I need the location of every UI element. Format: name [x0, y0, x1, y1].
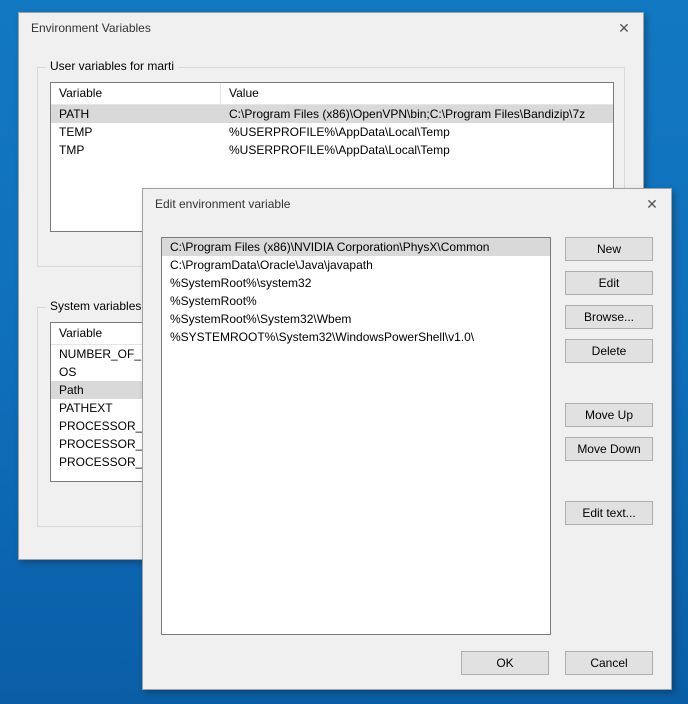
list-item[interactable]: C:\ProgramData\Oracle\Java\javapath: [162, 256, 550, 274]
col-variable[interactable]: Variable: [51, 83, 221, 104]
delete-button[interactable]: Delete: [565, 339, 653, 363]
cell-value: C:\Program Files (x86)\OpenVPN\bin;C:\Pr…: [221, 106, 613, 122]
col-value[interactable]: Value: [221, 83, 613, 104]
list-item[interactable]: %SystemRoot%\System32\Wbem: [162, 310, 550, 328]
edit-env-var-dialog: Edit environment variable ✕ C:\Program F…: [142, 188, 672, 690]
dialog-title: Edit environment variable: [155, 197, 633, 211]
new-button[interactable]: New: [565, 237, 653, 261]
table-row[interactable]: PATHC:\Program Files (x86)\OpenVPN\bin;C…: [51, 105, 613, 123]
cell-value: %USERPROFILE%\AppData\Local\Temp: [221, 124, 613, 140]
close-icon[interactable]: ✕: [633, 189, 671, 219]
path-entries-listbox[interactable]: C:\Program Files (x86)\NVIDIA Corporatio…: [161, 237, 551, 635]
table-row[interactable]: TMP%USERPROFILE%\AppData\Local\Temp: [51, 141, 613, 159]
user-vars-label: User variables for marti: [46, 59, 178, 73]
titlebar: Edit environment variable ✕: [143, 189, 671, 219]
titlebar: Environment Variables ✕: [19, 13, 643, 43]
cancel-button[interactable]: Cancel: [565, 651, 653, 675]
dialog-title: Environment Variables: [31, 21, 605, 35]
list-item[interactable]: %SYSTEMROOT%\System32\WindowsPowerShell\…: [162, 328, 550, 346]
browse-button[interactable]: Browse...: [565, 305, 653, 329]
cell-variable: TEMP: [51, 124, 221, 140]
ok-button[interactable]: OK: [461, 651, 549, 675]
cell-variable: TMP: [51, 142, 221, 158]
table-header: Variable Value: [51, 83, 613, 105]
close-icon[interactable]: ✕: [605, 13, 643, 43]
cell-variable: PATH: [51, 106, 221, 122]
list-item[interactable]: %SystemRoot%\system32: [162, 274, 550, 292]
table-row[interactable]: TEMP%USERPROFILE%\AppData\Local\Temp: [51, 123, 613, 141]
list-item[interactable]: C:\Program Files (x86)\NVIDIA Corporatio…: [162, 238, 550, 256]
move-up-button[interactable]: Move Up: [565, 403, 653, 427]
edit-text-button[interactable]: Edit text...: [565, 501, 653, 525]
system-vars-label: System variables: [46, 299, 145, 313]
edit-button[interactable]: Edit: [565, 271, 653, 295]
list-item[interactable]: %SystemRoot%: [162, 292, 550, 310]
cell-value: %USERPROFILE%\AppData\Local\Temp: [221, 142, 613, 158]
move-down-button[interactable]: Move Down: [565, 437, 653, 461]
